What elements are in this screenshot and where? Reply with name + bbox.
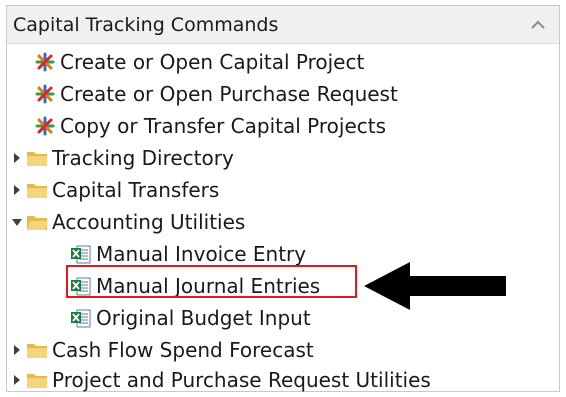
tree-item-copy-transfer-projects[interactable]: Copy or Transfer Capital Projects [34, 111, 386, 141]
highlight-box [66, 265, 357, 298]
tree-item-label: Project and Purchase Request Utilities [52, 368, 431, 392]
collapse-arrow-icon[interactable] [8, 213, 26, 231]
folder-icon [26, 369, 48, 391]
panel-header[interactable]: Capital Tracking Commands [7, 6, 559, 44]
tree-item-label: Create or Open Purchase Request [60, 82, 398, 106]
tree-item-label: Accounting Utilities [52, 210, 246, 234]
panel-title: Capital Tracking Commands [13, 13, 279, 36]
tree-folder-tracking-directory[interactable]: Tracking Directory [8, 143, 234, 173]
tree-item-create-purchase-request[interactable]: Create or Open Purchase Request [34, 79, 398, 109]
capital-burst-icon [34, 115, 56, 137]
excel-form-icon [70, 307, 92, 329]
capital-burst-icon [34, 83, 56, 105]
expand-arrow-icon[interactable] [8, 341, 26, 359]
expand-arrow-icon[interactable] [8, 149, 26, 167]
folder-icon [26, 339, 48, 361]
chevron-up-icon[interactable] [527, 14, 549, 36]
folder-open-icon [26, 211, 48, 233]
expand-arrow-icon[interactable] [8, 371, 26, 389]
tree-item-label: Create or Open Capital Project [60, 50, 365, 74]
tree-folder-project-purchase-request-utilities[interactable]: Project and Purchase Request Utilities [8, 365, 431, 395]
folder-icon [26, 147, 48, 169]
tree-item-label: Tracking Directory [52, 146, 234, 170]
tree-item-label: Capital Transfers [52, 178, 220, 202]
pointer-arrow-icon [364, 262, 506, 310]
tree-item-original-budget-input[interactable]: Original Budget Input [70, 303, 311, 333]
tree-item-label: Original Budget Input [96, 306, 311, 330]
tree-folder-capital-transfers[interactable]: Capital Transfers [8, 175, 219, 205]
tree-folder-cash-flow-spend-forecast[interactable]: Cash Flow Spend Forecast [8, 335, 314, 365]
tree-folder-accounting-utilities[interactable]: Accounting Utilities [8, 207, 245, 237]
excel-form-icon [70, 243, 92, 265]
folder-icon [26, 179, 48, 201]
tree-item-label: Copy or Transfer Capital Projects [60, 114, 387, 138]
tree-item-label: Cash Flow Spend Forecast [52, 338, 314, 362]
capital-burst-icon [34, 51, 56, 73]
expand-arrow-icon[interactable] [8, 181, 26, 199]
tree-item-create-capital-project[interactable]: Create or Open Capital Project [34, 47, 364, 77]
tree-item-label: Manual Invoice Entry [96, 242, 307, 266]
